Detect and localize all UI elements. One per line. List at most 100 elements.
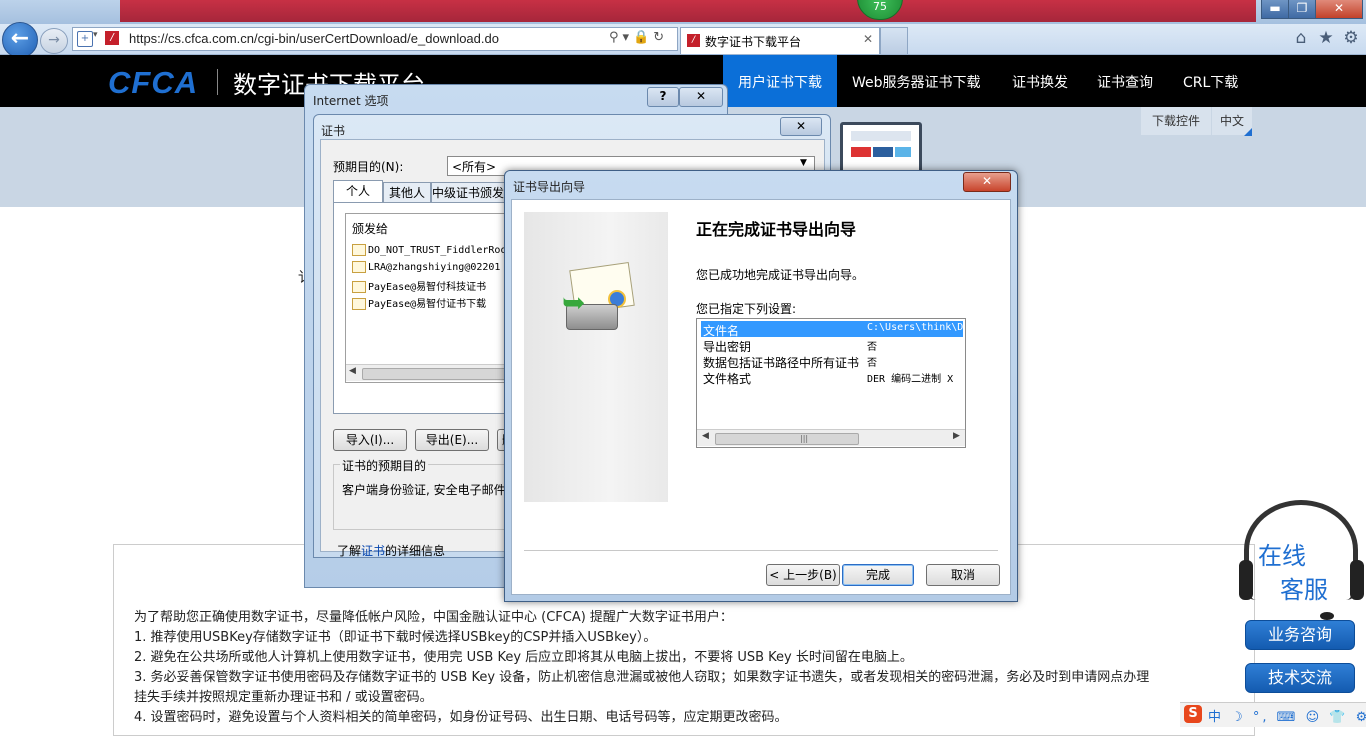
- dialog-title: Internet 选项: [313, 94, 389, 108]
- certificate-icon: [352, 244, 366, 256]
- dialog-title: 证书: [321, 124, 346, 138]
- notice-item-2: 2. 避免在公共场所或他人计算机上使用数字证书，使用完 USB Key 后应立即…: [134, 650, 913, 665]
- cert-name: PayEase@易智付科技证书: [368, 282, 487, 293]
- notice-item-3-cont: 挂失手续并按照规定重新办理证书和 / 或设置密码。: [134, 690, 433, 705]
- tab-title: 数字证书下载平台: [705, 35, 802, 49]
- wizard-body: ➥ 正在完成证书导出向导 您已成功地完成证书导出向导。 您已指定下列设置: 文件…: [511, 199, 1011, 595]
- wizard-side-panel: ➥: [524, 212, 668, 502]
- settings-row[interactable]: 文件格式 DER 编码二进制 X: [697, 369, 965, 386]
- site-favicon-icon: /: [105, 31, 119, 45]
- monitor-block-red: [851, 147, 871, 157]
- tab-favicon-icon: /: [687, 34, 700, 47]
- settings-row[interactable]: 数据包括证书路径中所有证书 否: [697, 353, 965, 370]
- export-wizard-dialog: 证书导出向导 ✕ ➥ 正在完成证书导出向导 您已成功地完成证书导出向导。 您已指…: [504, 170, 1018, 602]
- ime-tool-icons[interactable]: 中 ☽ °, ⌨ ☺ 👕 ⚙: [1208, 706, 1366, 725]
- online-label[interactable]: 在线: [1258, 536, 1306, 571]
- cert-name: DO_NOT_TRUST_FiddlerRoot: [368, 245, 513, 256]
- notice-intro: 为了帮助您正确使用数字证书，尽量降低帐户风险，中国金融认证中心 (CFCA) 提…: [134, 610, 733, 625]
- logo-divider: [217, 69, 218, 95]
- address-tools-icons[interactable]: ⚲▾🔒↻: [609, 30, 668, 45]
- scroll-left-icon[interactable]: ◀: [349, 366, 356, 376]
- chevron-down-icon[interactable]: ▾: [93, 30, 98, 40]
- close-button[interactable]: ✕: [780, 117, 822, 136]
- browser-tab[interactable]: / 数字证书下载平台 ✕: [680, 27, 880, 54]
- certificate-icon: [352, 261, 366, 273]
- learn-suffix: 的详细信息: [385, 544, 446, 558]
- group-title: 证书的预期目的: [340, 457, 429, 474]
- monitor-header-bar: [851, 131, 911, 141]
- cancel-button[interactable]: 取消: [926, 564, 1000, 586]
- column-header-issued-to[interactable]: 颁发给: [352, 220, 388, 237]
- certificate-icon: [352, 281, 366, 293]
- finish-button[interactable]: 完成: [842, 564, 914, 586]
- minimize-button[interactable]: ▬: [1261, 0, 1289, 19]
- url-text[interactable]: https://cs.cfca.com.cn/cgi-bin/userCertD…: [129, 31, 499, 46]
- close-window-button[interactable]: ✕: [1315, 0, 1363, 19]
- language-corner-icon: [1244, 128, 1252, 136]
- download-control-link[interactable]: 下载控件: [1141, 107, 1211, 135]
- star-icon[interactable]: ★: [1316, 28, 1336, 48]
- back-button[interactable]: < 上一步(B): [766, 564, 840, 586]
- tab-personal[interactable]: 个人: [333, 180, 383, 203]
- import-button[interactable]: 导入(I)...: [333, 429, 407, 451]
- sogou-ime-icon[interactable]: S: [1184, 705, 1202, 723]
- chevron-down-icon[interactable]: ▼: [800, 158, 807, 168]
- learn-prefix: 了解: [337, 544, 362, 558]
- tab-other-people[interactable]: 其他人: [383, 182, 431, 203]
- nav-crl-download[interactable]: CRL下载: [1183, 72, 1238, 92]
- scroll-thumb[interactable]: [362, 368, 514, 380]
- nav-cert-query[interactable]: 证书查询: [1097, 72, 1153, 92]
- setting-value: 否: [867, 342, 877, 353]
- nav-user-cert-download[interactable]: 用户证书下载: [738, 72, 822, 92]
- scroll-thumb[interactable]: |||: [715, 433, 859, 445]
- list-item[interactable]: PayEase@易智付证书下载: [352, 295, 486, 310]
- divider: [524, 550, 998, 551]
- address-bar[interactable]: + ▾ / https://cs.cfca.com.cn/cgi-bin/use…: [72, 27, 678, 51]
- nav-web-server-cert-download[interactable]: Web服务器证书下载: [852, 72, 981, 92]
- new-tab-button[interactable]: [880, 27, 908, 54]
- export-arrow-icon: ➥: [562, 286, 586, 319]
- ime-toolbar[interactable]: S 中 ☽ °, ⌨ ☺ 👕 ⚙: [1180, 702, 1366, 727]
- cert-name: LRA@zhangshiying@02201: [368, 262, 501, 273]
- setting-value: 否: [867, 358, 877, 369]
- notice-item-1: 1. 推荐使用USBKey存储数字证书（即证书下载时候选择USBkey的CSP并…: [134, 630, 657, 645]
- scroll-right-icon[interactable]: ▶: [953, 431, 960, 441]
- list-item[interactable]: PayEase@易智付科技证书: [352, 278, 486, 293]
- learn-more-link[interactable]: 证书: [361, 544, 385, 558]
- close-button[interactable]: ✕: [963, 172, 1011, 192]
- settings-row[interactable]: 导出密钥 否: [697, 337, 965, 354]
- setting-key: 文件格式: [703, 372, 752, 386]
- title-bar-overlay: [120, 0, 1256, 22]
- settings-list[interactable]: 文件名 C:\Users\think\D 导出密钥 否 数据包括证书路径中所有证…: [696, 318, 966, 448]
- tab-intermediate-ca[interactable]: 中级证书颁发机构: [431, 182, 513, 203]
- monitor-block-blue: [873, 147, 893, 157]
- maximize-button[interactable]: ❐: [1288, 0, 1316, 19]
- setting-value: C:\Users\think\D: [867, 322, 964, 333]
- tech-exchange-button[interactable]: 技术交流: [1245, 663, 1355, 693]
- cert-name: PayEase@易智付证书下载: [368, 299, 487, 310]
- setting-value: DER 编码二进制 X: [867, 374, 954, 385]
- horizontal-scrollbar[interactable]: ◀ ||| ▶: [697, 429, 965, 446]
- service-label[interactable]: 客服: [1280, 570, 1328, 605]
- home-icon[interactable]: ⌂: [1291, 28, 1311, 48]
- scroll-left-icon[interactable]: ◀: [702, 431, 709, 441]
- monitor-block-lightblue: [895, 147, 911, 157]
- compat-icon[interactable]: +: [77, 31, 93, 47]
- notice-item-3: 3. 务必妥善保管数字证书使用密码及存储数字证书的 USB Key 设备，防止机…: [134, 670, 1150, 685]
- back-button[interactable]: ←: [2, 22, 38, 58]
- business-consult-button[interactable]: 业务咨询: [1245, 620, 1355, 650]
- purpose-value: <所有>: [452, 160, 497, 174]
- close-icon[interactable]: ✕: [863, 32, 873, 46]
- settings-row[interactable]: 文件名 C:\Users\think\D: [701, 321, 964, 338]
- export-button[interactable]: 导出(E)...: [415, 429, 489, 451]
- learn-more: 了解证书的详细信息: [337, 542, 445, 559]
- close-button[interactable]: ✕: [679, 87, 723, 107]
- list-item[interactable]: DO_NOT_TRUST_FiddlerRoot: [352, 244, 513, 256]
- gear-icon[interactable]: ⚙: [1341, 28, 1361, 48]
- wizard-done-text: 您已成功地完成证书导出向导。: [696, 268, 865, 282]
- help-button[interactable]: ?: [647, 87, 679, 107]
- cfca-logo[interactable]: CFCA: [108, 65, 198, 101]
- list-item[interactable]: LRA@zhangshiying@02201: [352, 261, 500, 273]
- nav-cert-renewal[interactable]: 证书换发: [1012, 72, 1068, 92]
- forward-button[interactable]: →: [40, 28, 68, 54]
